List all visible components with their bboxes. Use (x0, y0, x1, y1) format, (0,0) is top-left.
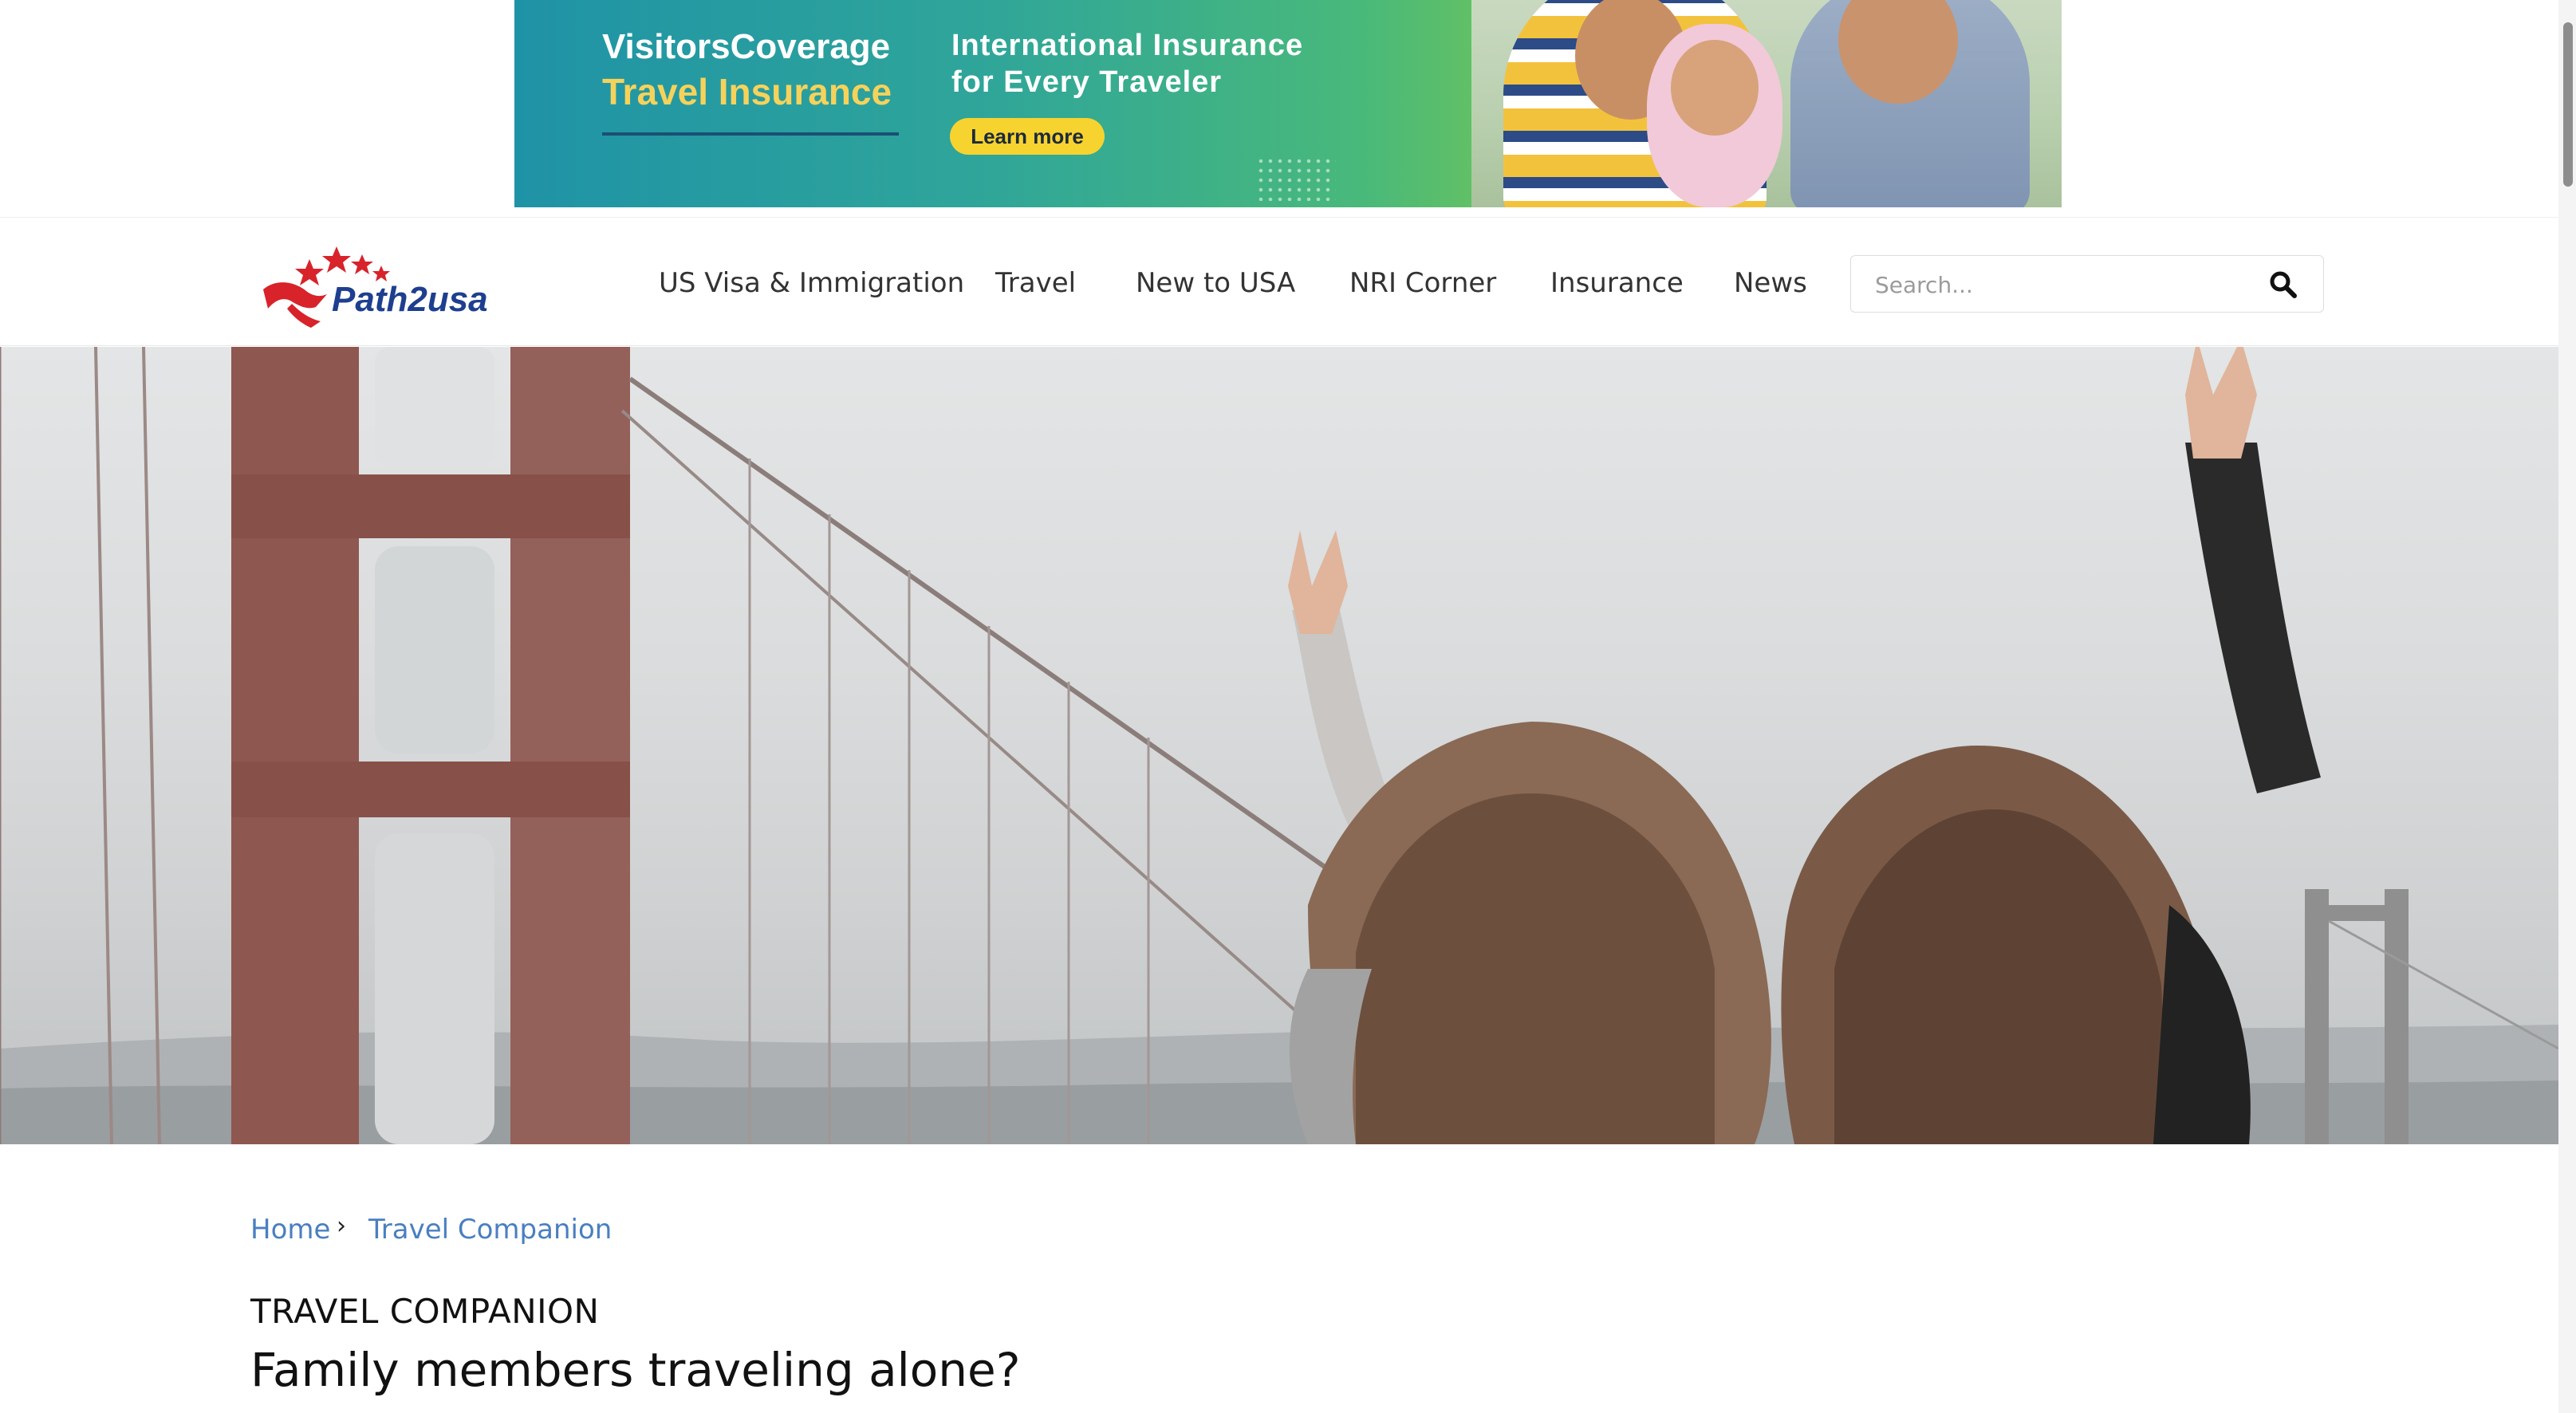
nav-item-nri-corner[interactable]: NRI Corner (1349, 267, 1496, 299)
ad-photo-girl-face (1671, 40, 1759, 136)
breadcrumb-travel-companion-link[interactable]: Travel Companion (368, 1214, 612, 1246)
hero-image (0, 347, 2558, 1144)
search-icon[interactable] (2269, 270, 2298, 299)
ad-headline-line2: for Every Traveler (951, 65, 1223, 99)
ad-learn-more-button[interactable]: Learn more (950, 118, 1105, 155)
site-logo[interactable]: Path2usa (260, 242, 491, 329)
nav-item-new-to-usa[interactable]: New to USA (1136, 267, 1295, 299)
page-title: Family members traveling alone? (250, 1343, 1021, 1397)
hero-illustration (0, 347, 2558, 1144)
chevron-right-icon: › (337, 1212, 346, 1240)
nav-item-us-visa-immigration[interactable]: US Visa & Immigration (659, 267, 964, 299)
scrollbar-thumb[interactable] (2563, 22, 2573, 187)
ad-brand-name: VisitorsCoverage (602, 27, 891, 66)
search-input[interactable] (1875, 269, 2258, 301)
page: VisitorsCoverage Travel Insurance Intern… (0, 0, 2576, 1413)
ad-divider (602, 132, 899, 136)
ad-dot-pattern (1256, 156, 1336, 201)
site-header: Path2usa US Visa & Immigration Travel Ne… (0, 217, 2558, 346)
nav-item-travel[interactable]: Travel (995, 267, 1076, 299)
ad-banner-area: VisitorsCoverage Travel Insurance Intern… (0, 0, 2576, 217)
breadcrumb-home-link[interactable]: Home (250, 1214, 330, 1246)
nav-item-insurance[interactable]: Insurance (1550, 267, 1684, 299)
search-box (1850, 255, 2324, 313)
ad-headline-line1: International Insurance (951, 29, 1304, 62)
ad-banner[interactable]: VisitorsCoverage Travel Insurance Intern… (514, 0, 2062, 207)
scrollbar[interactable] (2558, 0, 2576, 1413)
nav-item-news[interactable]: News (1734, 267, 1807, 299)
logo-wordmark: Path2usa (332, 280, 488, 319)
ad-brand-product: Travel Insurance (602, 71, 892, 112)
article-category: TRAVEL COMPANION (250, 1292, 600, 1331)
